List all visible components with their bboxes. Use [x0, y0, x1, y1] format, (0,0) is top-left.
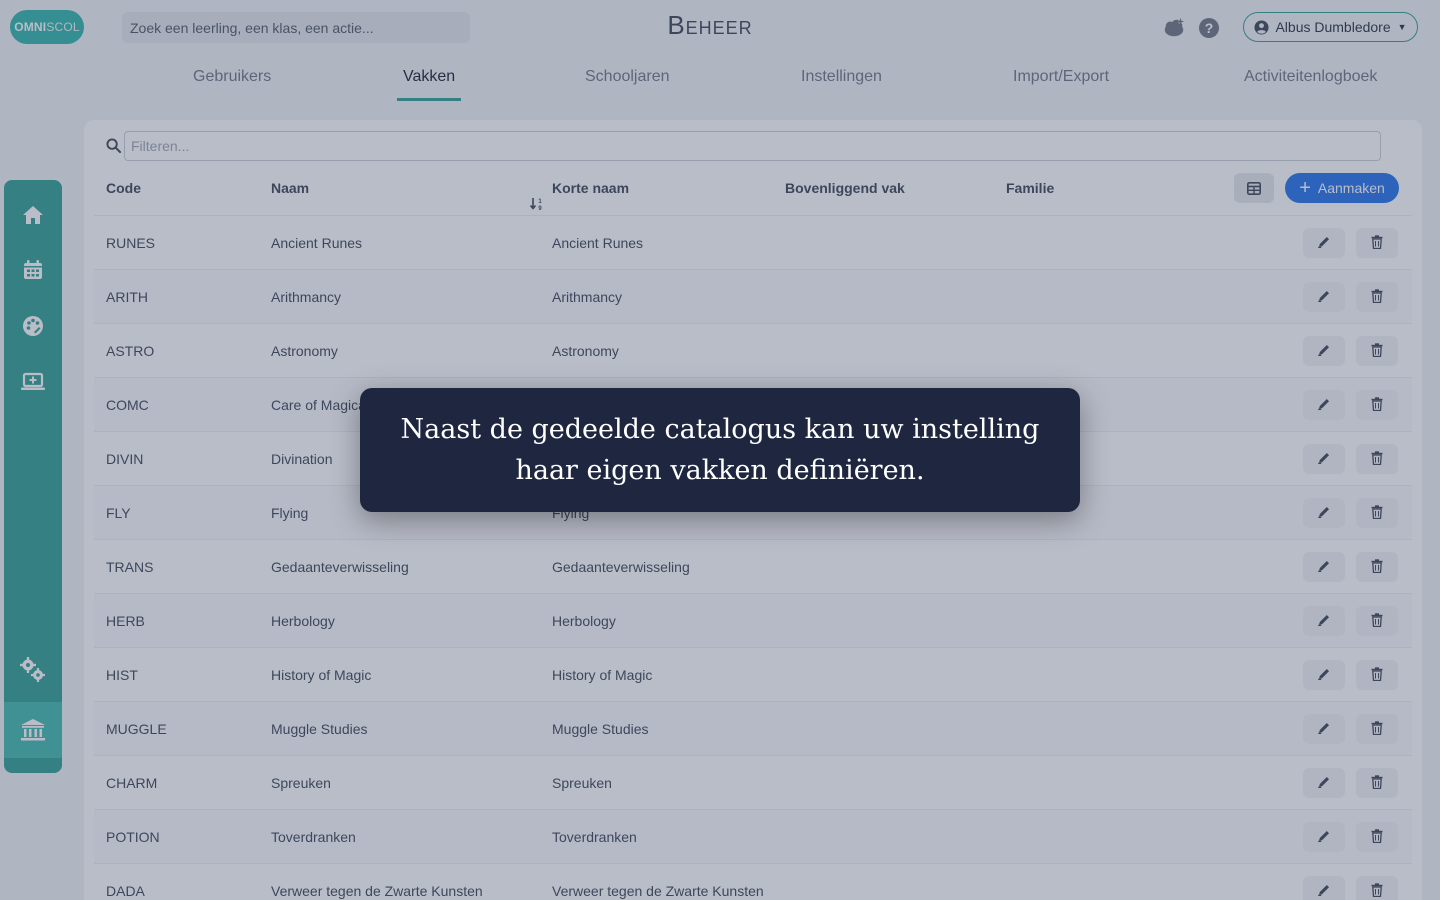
tour-tooltip-text: Naast de gedeelde catalogus kan uw inste… — [400, 414, 1040, 486]
tour-tooltip: Naast de gedeelde catalogus kan uw inste… — [360, 388, 1080, 512]
